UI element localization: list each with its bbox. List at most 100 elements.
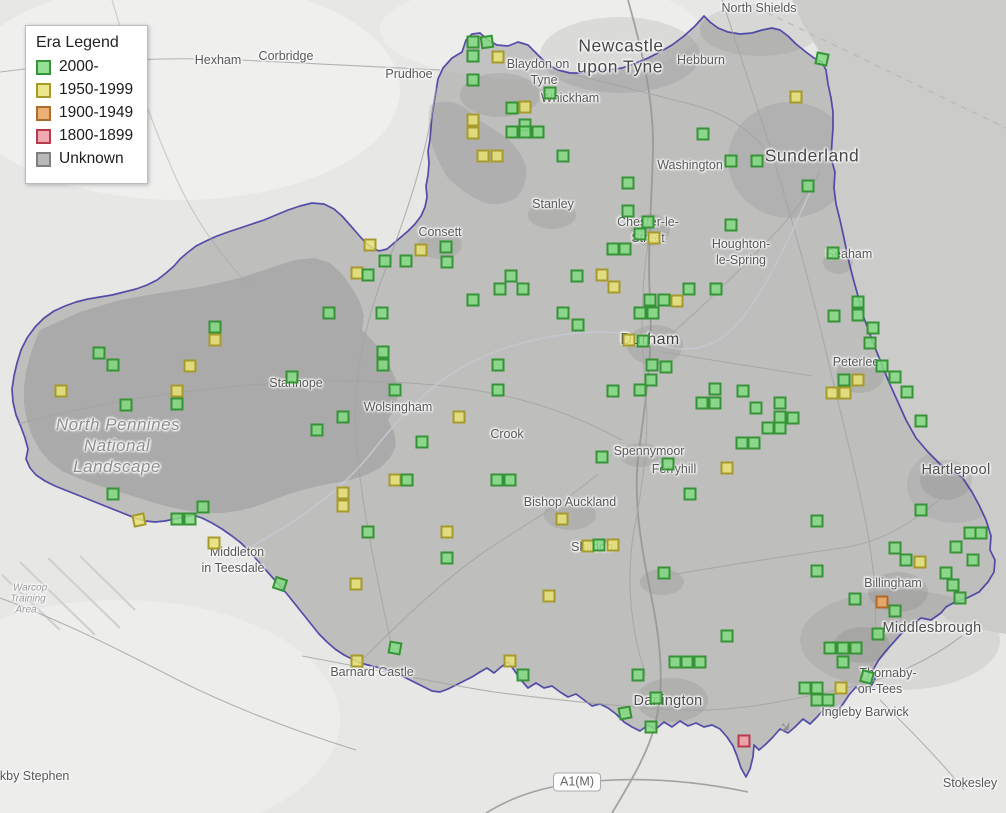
era-marker-g[interactable] xyxy=(682,282,696,296)
era-marker-g[interactable] xyxy=(376,358,390,372)
era-marker-y[interactable] xyxy=(838,386,852,400)
era-marker-g[interactable] xyxy=(863,336,877,350)
era-marker-y[interactable] xyxy=(349,577,363,591)
era-marker-g[interactable] xyxy=(399,254,413,268)
era-marker-g[interactable] xyxy=(631,668,645,682)
era-marker-g[interactable] xyxy=(361,268,375,282)
era-marker-r[interactable] xyxy=(737,734,751,748)
era-marker-g[interactable] xyxy=(440,551,454,565)
era-marker-g[interactable] xyxy=(387,640,403,656)
era-marker-y[interactable] xyxy=(350,654,364,668)
era-marker-y[interactable] xyxy=(207,536,221,550)
era-marker-g[interactable] xyxy=(643,293,657,307)
era-marker-g[interactable] xyxy=(720,629,734,643)
era-marker-g[interactable] xyxy=(208,320,222,334)
era-marker-y[interactable] xyxy=(363,238,377,252)
era-marker-g[interactable] xyxy=(518,125,532,139)
era-marker-g[interactable] xyxy=(516,282,530,296)
era-marker-g[interactable] xyxy=(821,693,835,707)
era-marker-g[interactable] xyxy=(871,627,885,641)
era-marker-g[interactable] xyxy=(657,293,671,307)
era-marker-g[interactable] xyxy=(375,306,389,320)
era-marker-g[interactable] xyxy=(946,578,960,592)
era-marker-y[interactable] xyxy=(466,126,480,140)
era-marker-g[interactable] xyxy=(621,204,635,218)
era-marker-g[interactable] xyxy=(606,384,620,398)
era-marker-g[interactable] xyxy=(736,384,750,398)
era-marker-g[interactable] xyxy=(170,512,184,526)
era-marker-y[interactable] xyxy=(670,294,684,308)
era-marker-g[interactable] xyxy=(556,306,570,320)
era-marker-g[interactable] xyxy=(636,334,650,348)
era-marker-g[interactable] xyxy=(724,218,738,232)
era-marker-g[interactable] xyxy=(888,370,902,384)
era-marker-g[interactable] xyxy=(644,720,658,734)
era-marker-g[interactable] xyxy=(851,295,865,309)
era-marker-g[interactable] xyxy=(773,396,787,410)
era-marker-g[interactable] xyxy=(749,401,763,415)
era-marker-y[interactable] xyxy=(490,149,504,163)
era-marker-g[interactable] xyxy=(361,525,375,539)
era-marker-g[interactable] xyxy=(516,668,530,682)
era-marker-y[interactable] xyxy=(336,499,350,513)
era-marker-y[interactable] xyxy=(834,681,848,695)
era-marker-y[interactable] xyxy=(170,384,184,398)
era-marker-g[interactable] xyxy=(503,473,517,487)
era-marker-g[interactable] xyxy=(661,457,675,471)
era-marker-g[interactable] xyxy=(378,254,392,268)
era-marker-y[interactable] xyxy=(54,384,68,398)
era-marker-g[interactable] xyxy=(440,255,454,269)
era-marker-y[interactable] xyxy=(542,589,556,603)
era-marker-g[interactable] xyxy=(659,360,673,374)
era-marker-g[interactable] xyxy=(724,154,738,168)
era-marker-y[interactable] xyxy=(647,231,661,245)
era-marker-g[interactable] xyxy=(966,553,980,567)
era-marker-g[interactable] xyxy=(543,86,557,100)
era-marker-g[interactable] xyxy=(657,566,671,580)
era-marker-g[interactable] xyxy=(336,410,350,424)
era-marker-g[interactable] xyxy=(595,450,609,464)
era-marker-g[interactable] xyxy=(680,655,694,669)
era-marker-g[interactable] xyxy=(556,149,570,163)
era-marker-y[interactable] xyxy=(414,243,428,257)
era-marker-g[interactable] xyxy=(837,373,851,387)
era-marker-g[interactable] xyxy=(827,309,841,323)
era-marker-g[interactable] xyxy=(914,414,928,428)
era-marker-y[interactable] xyxy=(503,654,517,668)
era-marker-g[interactable] xyxy=(801,179,815,193)
era-marker-g[interactable] xyxy=(493,282,507,296)
era-marker-g[interactable] xyxy=(810,564,824,578)
era-marker-g[interactable] xyxy=(851,308,865,322)
era-marker-o[interactable] xyxy=(875,595,889,609)
era-marker-g[interactable] xyxy=(491,358,505,372)
era-marker-g[interactable] xyxy=(531,125,545,139)
era-marker-y[interactable] xyxy=(555,512,569,526)
era-marker-g[interactable] xyxy=(826,246,840,260)
era-marker-g[interactable] xyxy=(490,473,504,487)
era-marker-g[interactable] xyxy=(633,383,647,397)
era-marker-g[interactable] xyxy=(466,49,480,63)
era-marker-g[interactable] xyxy=(773,421,787,435)
era-marker-g[interactable] xyxy=(491,383,505,397)
era-marker-g[interactable] xyxy=(106,358,120,372)
era-marker-g[interactable] xyxy=(849,641,863,655)
era-marker-g[interactable] xyxy=(505,125,519,139)
era-marker-y[interactable] xyxy=(518,100,532,114)
era-marker-g[interactable] xyxy=(196,500,210,514)
era-marker-g[interactable] xyxy=(571,318,585,332)
era-marker-g[interactable] xyxy=(900,385,914,399)
era-marker-g[interactable] xyxy=(388,383,402,397)
era-marker-g[interactable] xyxy=(786,411,800,425)
era-marker-g[interactable] xyxy=(823,641,837,655)
era-marker-g[interactable] xyxy=(888,604,902,618)
era-marker-g[interactable] xyxy=(504,269,518,283)
era-marker-y[interactable] xyxy=(607,280,621,294)
era-marker-g[interactable] xyxy=(376,345,390,359)
era-marker-y[interactable] xyxy=(913,555,927,569)
era-marker-g[interactable] xyxy=(119,398,133,412)
era-marker-g[interactable] xyxy=(106,487,120,501)
era-marker-g[interactable] xyxy=(621,176,635,190)
era-marker-y[interactable] xyxy=(476,149,490,163)
era-marker-y[interactable] xyxy=(622,333,636,347)
era-marker-g[interactable] xyxy=(899,553,913,567)
